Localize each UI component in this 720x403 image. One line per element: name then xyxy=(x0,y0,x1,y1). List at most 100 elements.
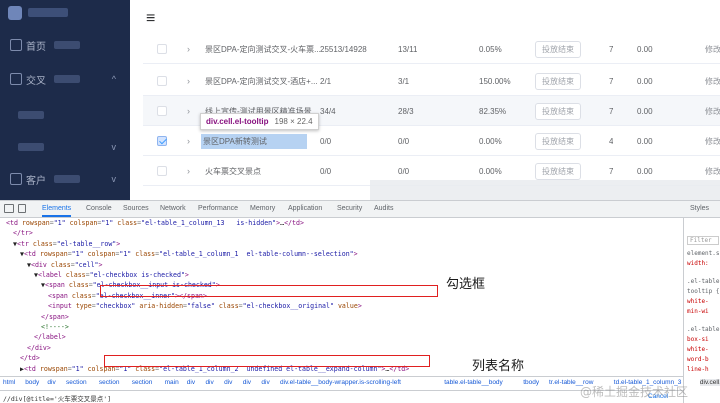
table-cell: 0/0 xyxy=(320,166,332,176)
style-rule: .el-table xyxy=(687,278,720,285)
dom-node-line[interactable]: <!----> xyxy=(0,322,680,332)
table-cell: 7 xyxy=(609,76,614,86)
sidebar-item-4[interactable]: v xyxy=(0,132,130,162)
dom-node-line[interactable]: <td rowspan="1" colspan="1" class="el-ta… xyxy=(0,218,680,228)
table-row[interactable]: › 景区DPA新转测试 0/0 0/0 0.00% 投放结束 4 0.00 修改 xyxy=(143,126,720,156)
tab-console[interactable]: Console xyxy=(86,201,112,217)
menu-icon xyxy=(10,73,22,85)
tab-security[interactable]: Security xyxy=(337,201,362,217)
expand-icon[interactable]: › xyxy=(187,166,190,176)
sidebar-item-customer[interactable]: 客户 v xyxy=(0,164,130,194)
campaign-name: 火车票交叉景点 xyxy=(205,166,261,176)
edit-link[interactable]: 修改 xyxy=(705,96,720,126)
breadcrumb-item[interactable]: table.el-table__body xyxy=(444,379,503,386)
edit-link[interactable]: 修改 xyxy=(705,126,720,156)
breadcrumb-item[interactable]: div xyxy=(187,379,195,386)
dom-node-line[interactable]: ▼<div class="cell"> xyxy=(0,260,680,270)
table-cell: 25513/14928 xyxy=(320,44,367,54)
breadcrumb-item[interactable]: div xyxy=(47,379,55,386)
breadcrumb-item[interactable]: div xyxy=(261,379,269,386)
campaign-name: 景区DPA-定向测试交叉-火车票... xyxy=(205,44,320,54)
breadcrumb-item[interactable]: section xyxy=(66,379,87,386)
dom-node-line[interactable]: ▼<tr class="el-table__row"> xyxy=(0,239,680,249)
breadcrumb-item[interactable]: section xyxy=(132,379,153,386)
breadcrumb-item[interactable]: main xyxy=(165,379,179,386)
watermark: @稀土掘金技术社区 xyxy=(580,385,689,399)
breadcrumb-item[interactable]: div xyxy=(243,379,251,386)
campaign-name: 景区DPA新转测试 xyxy=(201,133,307,149)
table-cell: 0.05% xyxy=(479,44,502,54)
style-prop: box-si xyxy=(687,336,709,343)
style-prop: min-wi xyxy=(687,308,709,315)
status-button[interactable]: 投放结束 xyxy=(535,162,581,180)
tab-styles[interactable]: Styles xyxy=(690,201,709,217)
table-row[interactable]: › 景区DPA-定向测试交叉-火车票... 25513/14928 13/11 … xyxy=(143,34,720,64)
annotation-name: 列表名称 xyxy=(472,359,525,374)
row-checkbox[interactable] xyxy=(157,44,167,54)
table-cell: 2/1 xyxy=(320,76,332,86)
sidebar-item-label: 客户 xyxy=(26,175,46,187)
row-checkbox[interactable] xyxy=(157,136,167,146)
chevron-down-icon: v xyxy=(111,174,117,184)
edit-link[interactable]: 修改 xyxy=(705,66,720,96)
breadcrumb-item[interactable]: html xyxy=(3,379,15,386)
table-cell: 4 xyxy=(609,136,614,146)
breadcrumb-item[interactable]: div xyxy=(205,379,213,386)
blurred-label xyxy=(54,175,80,183)
inspect-element-icon[interactable] xyxy=(4,204,14,213)
dom-node-line[interactable]: </label> xyxy=(0,332,680,342)
sidebar-item-3[interactable] xyxy=(0,100,130,130)
style-prop: white- xyxy=(687,346,709,353)
sidebar-item-home[interactable]: 首页 xyxy=(0,30,130,60)
breadcrumb-item[interactable]: tbody xyxy=(523,379,539,386)
tab-performance[interactable]: Performance xyxy=(198,201,238,217)
sidebar-item-cross[interactable]: 交叉 ^ xyxy=(0,64,130,94)
table-cell: 0/0 xyxy=(398,136,410,146)
dom-node-line[interactable]: ▼<td rowspan="1" colspan="1" class="el-t… xyxy=(0,249,680,259)
dom-node-line[interactable]: </span> xyxy=(0,312,680,322)
menu-toggle-icon[interactable]: ≡ xyxy=(146,10,155,28)
breadcrumb-item[interactable]: div xyxy=(224,379,232,386)
row-checkbox[interactable] xyxy=(157,76,167,86)
dom-node-line[interactable]: ▼<label class="el-checkbox is-checked"> xyxy=(0,270,680,280)
edit-link[interactable]: 修改 xyxy=(705,34,720,64)
table-row[interactable]: › 景区DPA-定向测试交叉-酒店+... 2/1 3/1 150.00% 投放… xyxy=(143,66,720,96)
status-button[interactable]: 投放结束 xyxy=(535,40,581,58)
tooltip-dimensions: 198 × 22.4 xyxy=(274,117,313,126)
breadcrumb-item[interactable]: div.cell.el-tooltip xyxy=(699,379,720,386)
dom-node-line[interactable]: <input type="checkbox" aria-hidden="fals… xyxy=(0,301,680,311)
tooltip-element-name: div.cell.el-tooltip xyxy=(206,117,269,126)
expand-icon[interactable]: › xyxy=(187,44,190,54)
status-button[interactable]: 投放结束 xyxy=(535,132,581,150)
tab-audits[interactable]: Audits xyxy=(374,201,393,217)
row-checkbox[interactable] xyxy=(157,166,167,176)
styles-filter-input[interactable]: Filter xyxy=(687,236,719,245)
status-button[interactable]: 投放结束 xyxy=(535,102,581,120)
expand-icon[interactable]: › xyxy=(187,76,190,86)
breadcrumb-item[interactable]: body xyxy=(25,379,39,386)
app-logo xyxy=(8,6,22,20)
device-toolbar-icon[interactable] xyxy=(18,204,26,213)
breadcrumb-item[interactable]: div.el-table__body-wrapper.is-scrolling-… xyxy=(280,379,401,386)
dom-node-line[interactable]: </div> xyxy=(0,343,680,353)
row-checkbox[interactable] xyxy=(157,106,167,116)
tab-network[interactable]: Network xyxy=(160,201,186,217)
tab-memory[interactable]: Memory xyxy=(250,201,275,217)
inspect-tooltip: div.cell.el-tooltip 198 × 22.4 xyxy=(200,113,319,130)
expand-icon[interactable]: › xyxy=(187,136,190,146)
tab-sources[interactable]: Sources xyxy=(123,201,149,217)
table-cell: 3/1 xyxy=(398,76,410,86)
sidebar-item-label: 首页 xyxy=(26,41,46,53)
style-rule: tooltip { xyxy=(687,288,720,295)
home-icon xyxy=(10,39,22,51)
table-cell: 0.00 xyxy=(637,136,653,146)
breadcrumb-item[interactable]: section xyxy=(99,379,120,386)
dom-node-line[interactable]: </tr> xyxy=(0,228,680,238)
app-window: 首页 交叉 ^ v 客户 v ≡ › 景区DPA-定向测试交叉-火车票... 2… xyxy=(0,0,720,200)
tab-application[interactable]: Application xyxy=(288,201,322,217)
expand-icon[interactable]: › xyxy=(187,106,190,116)
status-button[interactable]: 投放结束 xyxy=(535,72,581,90)
tab-elements[interactable]: Elements xyxy=(42,201,72,217)
annotation-checkbox: 勾选框 xyxy=(446,277,486,292)
table-cell: 0.00 xyxy=(637,106,653,116)
